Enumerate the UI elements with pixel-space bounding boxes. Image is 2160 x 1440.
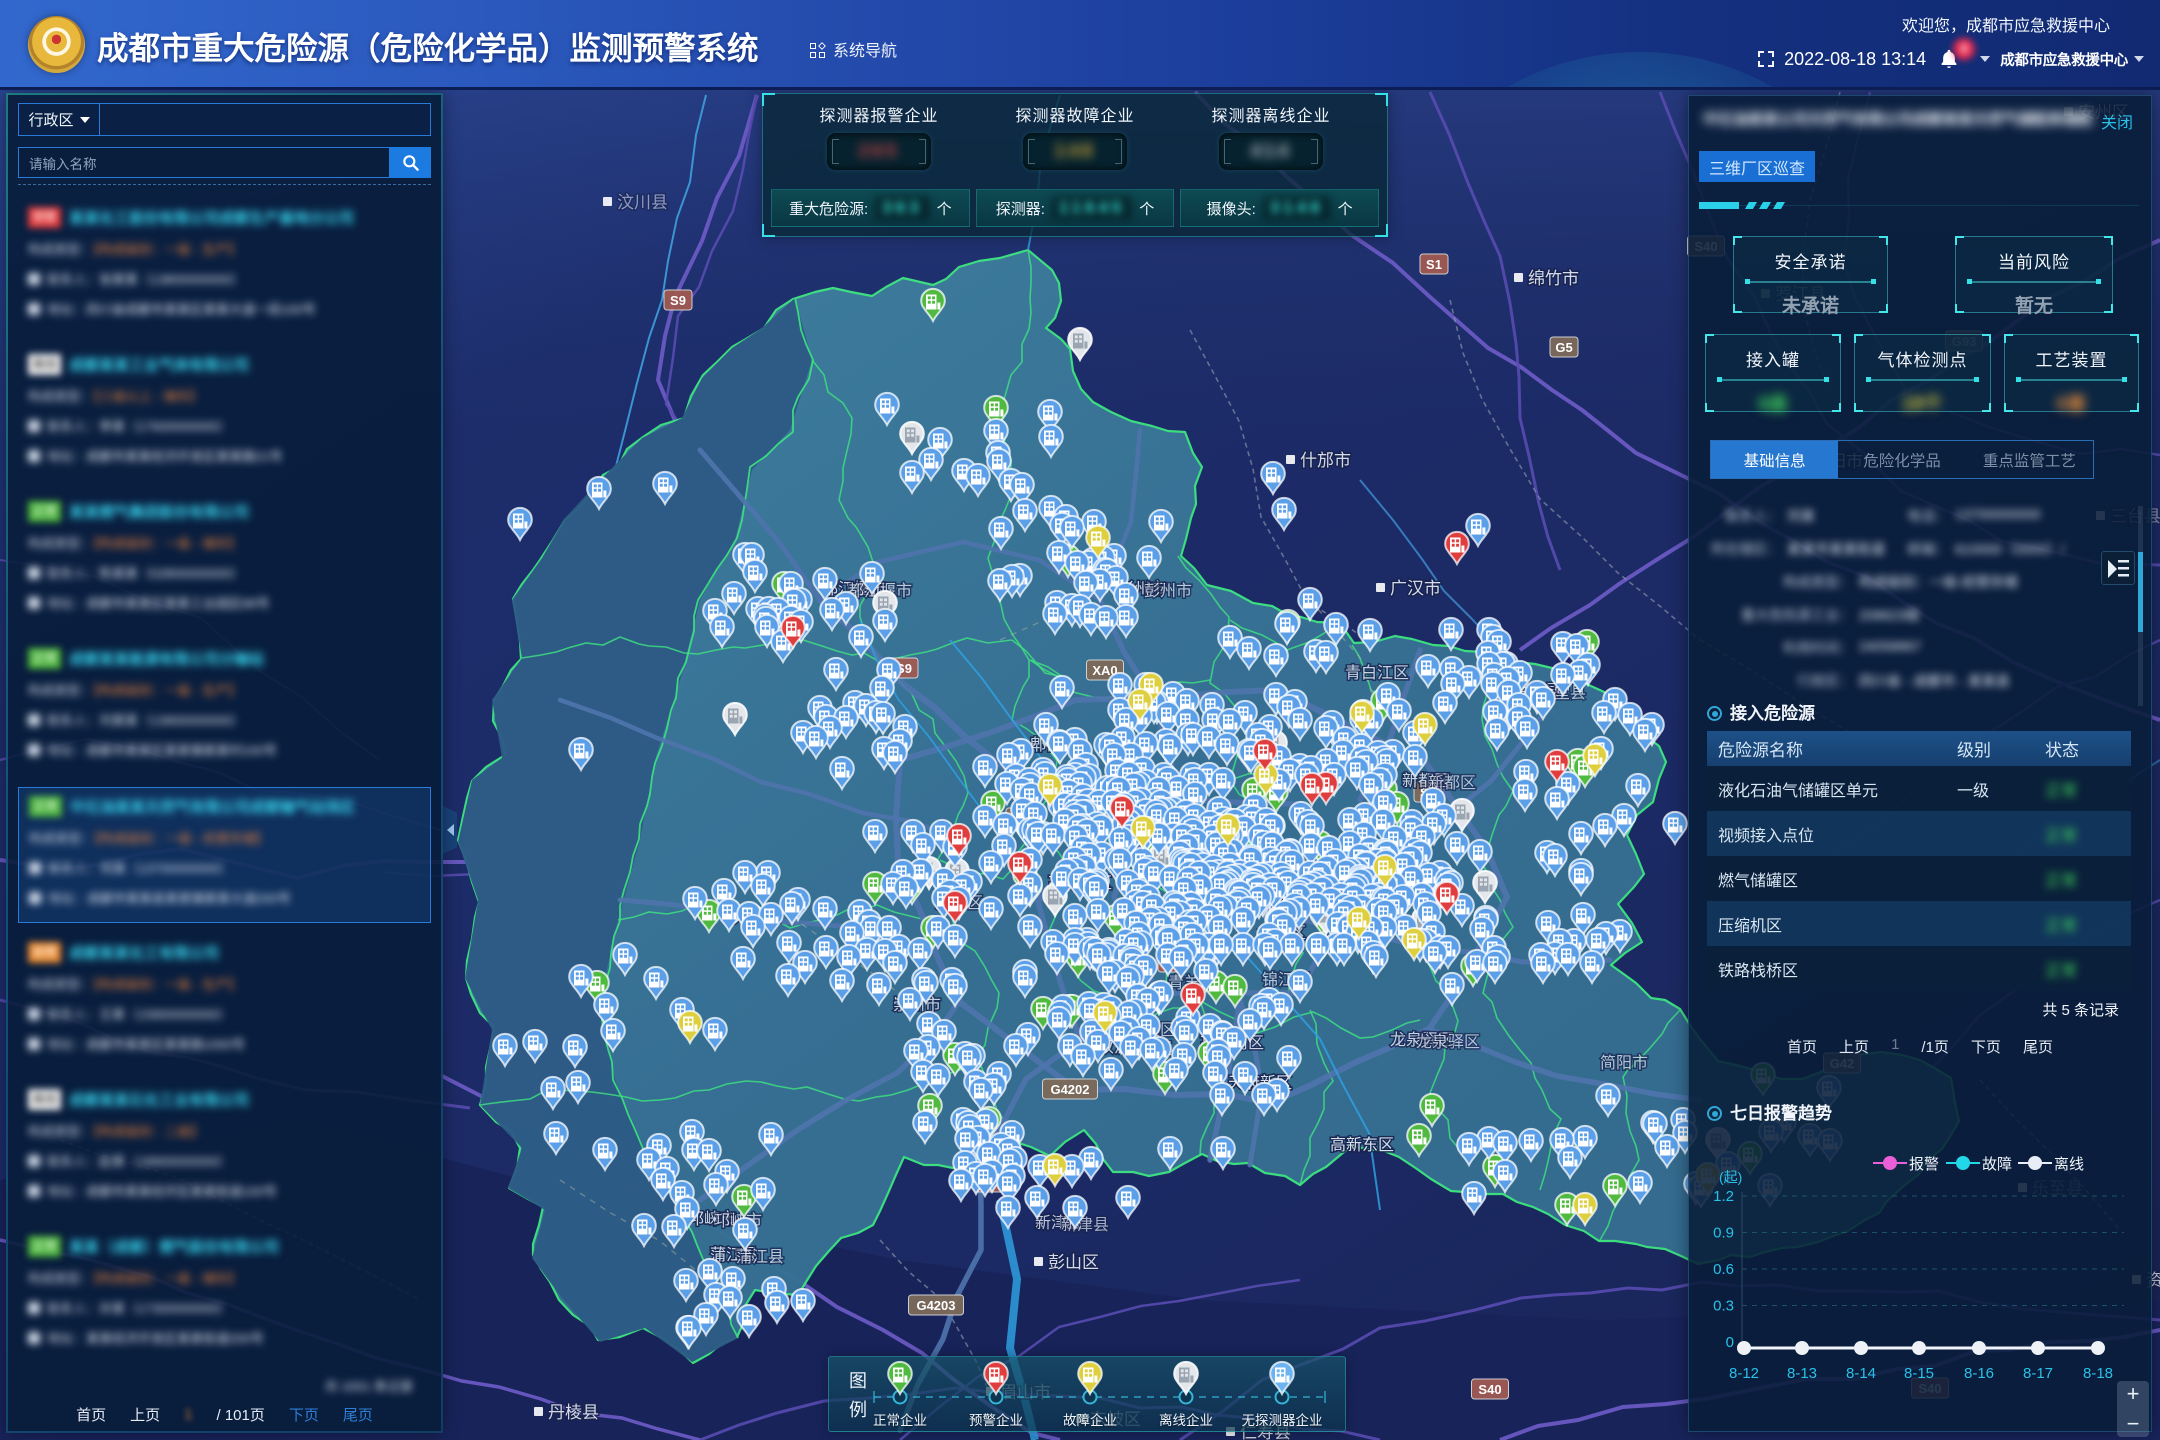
svg-text:(起): (起) [1719,1169,1742,1185]
svg-text:S40: S40 [1478,1382,1501,1397]
svg-text:G4202: G4202 [1050,1082,1089,1097]
svg-text:离线: 离线 [2054,1156,2084,1173]
svg-text:汶川县: 汶川县 [617,193,668,212]
svg-text:8-16: 8-16 [1964,1365,1994,1382]
svg-text:高新东区: 高新东区 [1330,1136,1394,1154]
svg-text:1.2: 1.2 [1713,1188,1734,1205]
svg-text:8-14: 8-14 [1846,1365,1876,1382]
svg-text:0: 0 [1726,1334,1734,1351]
svg-text:蒲江县: 蒲江县 [736,1248,784,1266]
svg-text:龙泉驿区: 龙泉驿区 [1416,1033,1480,1051]
svg-text:绵竹市: 绵竹市 [1528,269,1579,288]
svg-text:0.6: 0.6 [1713,1261,1734,1278]
svg-text:青白江区: 青白江区 [1345,664,1409,682]
svg-text:丹棱县: 丹棱县 [548,1403,599,1422]
svg-text:报警: 报警 [1909,1156,1939,1173]
svg-text:G5: G5 [1555,340,1572,355]
svg-text:8-15: 8-15 [1904,1365,1934,1382]
svg-text:0.3: 0.3 [1713,1298,1734,1315]
svg-text:0.9: 0.9 [1713,1225,1734,1242]
svg-text:8-17: 8-17 [2023,1365,2053,1382]
svg-text:8-18: 8-18 [2083,1365,2113,1382]
svg-text:S9: S9 [670,293,686,308]
svg-text:G4203: G4203 [916,1298,955,1313]
svg-text:什邡市: 什邡市 [1300,451,1351,470]
svg-text:故障: 故障 [1982,1155,2012,1173]
svg-text:简阳市: 简阳市 [1600,1054,1648,1072]
svg-text:彭山区: 彭山区 [1048,1253,1099,1272]
svg-text:彭州市: 彭州市 [1144,582,1192,600]
svg-text:广汉市: 广汉市 [1390,579,1441,598]
svg-text:S1: S1 [1426,257,1442,272]
svg-text:8-12: 8-12 [1729,1365,1759,1382]
svg-text:8-13: 8-13 [1787,1365,1817,1382]
